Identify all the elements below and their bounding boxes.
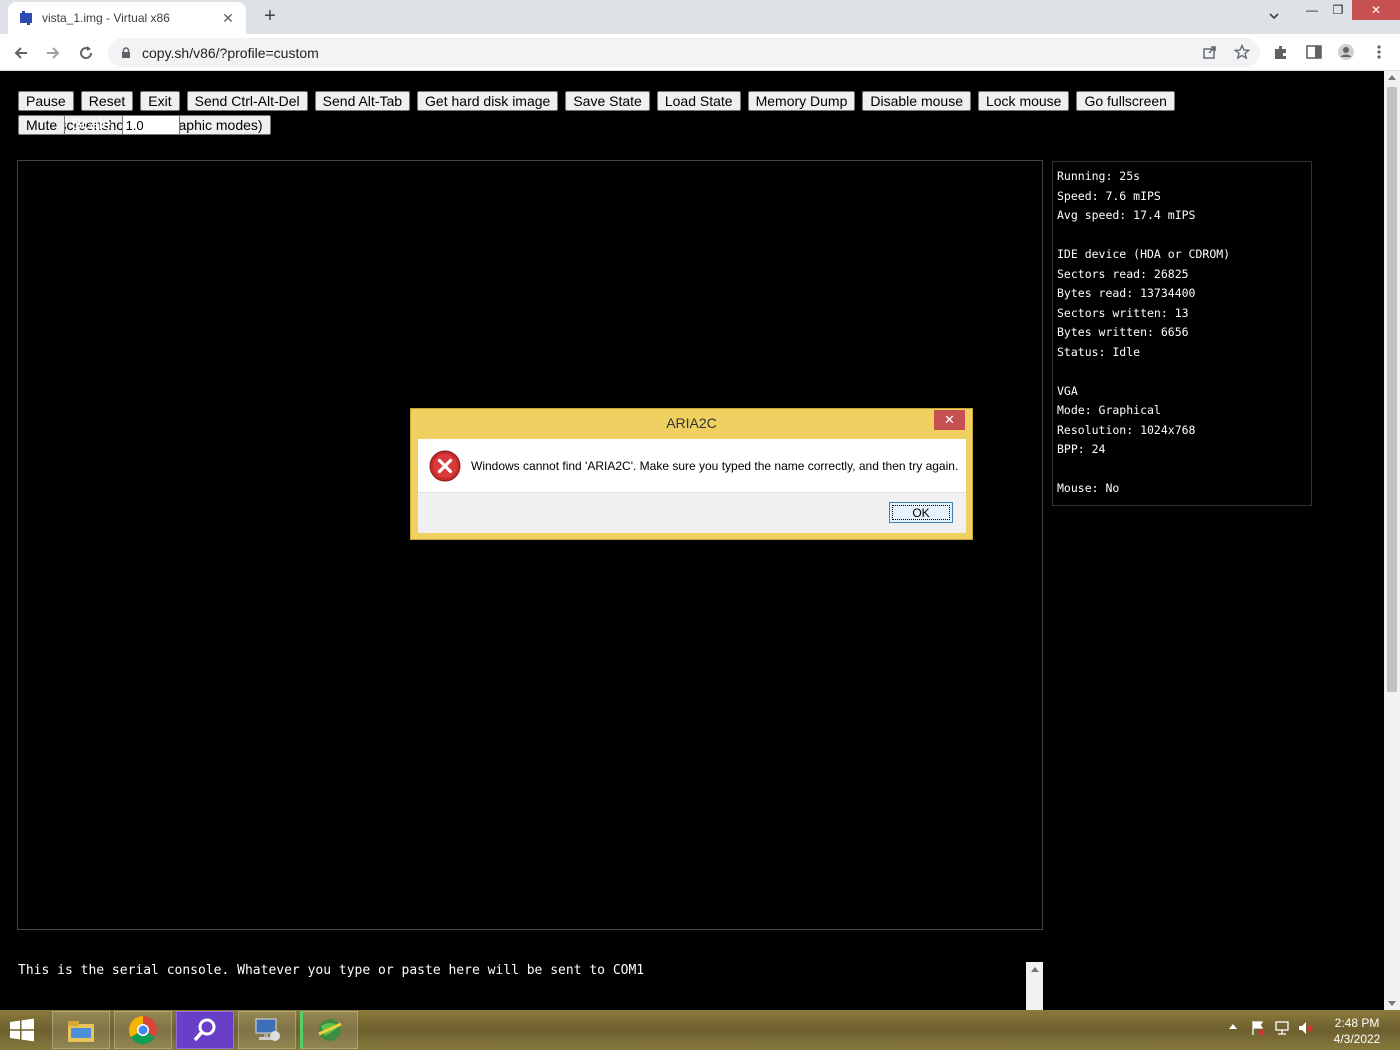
info-line: Mode: Graphical <box>1057 403 1161 417</box>
error-dialog: ARIA2C ✕ Windows cannot find 'ARIA2C'. M… <box>410 408 973 540</box>
show-hidden-icons-icon[interactable] <box>1229 1024 1237 1029</box>
info-panel: Running: 25s Speed: 7.6 mIPS Avg speed: … <box>1052 161 1312 506</box>
mute-button[interactable]: Mute <box>18 115 66 135</box>
info-line: Mouse: No <box>1057 481 1120 495</box>
taskbar-search-app[interactable] <box>176 1011 234 1049</box>
reload-icon[interactable] <box>75 42 97 64</box>
scale-label: Scale: <box>71 116 116 133</box>
forward-icon[interactable] <box>42 42 64 64</box>
browser-toolbar: copy.sh/v86/?profile=custom <box>0 34 1400 71</box>
page-scrollbar[interactable] <box>1384 71 1400 1010</box>
info-line: Running: 25s <box>1057 169 1141 183</box>
tab-search-icon[interactable] <box>1266 8 1282 24</box>
scrollbar-thumb[interactable] <box>1387 87 1397 692</box>
taskbar-file-explorer[interactable] <box>52 1011 110 1049</box>
send-ctrl-alt-del-button[interactable]: Send Ctrl-Alt-Del <box>186 91 308 111</box>
info-line: Bytes written: 6656 <box>1057 325 1189 339</box>
taskbar: 2:48 PM 4/3/2022 <box>0 1010 1400 1050</box>
info-line: Speed: 7.6 mIPS <box>1057 188 1161 203</box>
clock-date: 4/3/2022 <box>1333 1032 1381 1046</box>
info-line: Sectors read: 26825 <box>1057 266 1189 281</box>
taskbar-clock[interactable]: 2:48 PM 4/3/2022 <box>1322 1015 1392 1047</box>
disable-mouse-button[interactable]: Disable mouse <box>862 91 971 111</box>
info-line: IDE device (HDA or CDROM) <box>1057 247 1231 261</box>
scale-row: Mute Scale: <box>18 115 180 135</box>
reset-button[interactable]: Reset <box>80 91 134 111</box>
info-line: Avg speed: 17.4 mIPS <box>1057 208 1196 222</box>
window-close-button[interactable]: ✕ <box>1352 0 1400 20</box>
save-state-button[interactable]: Save State <box>565 91 650 111</box>
go-fullscreen-button[interactable]: Go fullscreen <box>1076 91 1175 111</box>
taskbar-globe-app[interactable] <box>300 1011 358 1049</box>
volume-muted-icon[interactable] <box>1298 1020 1314 1036</box>
lock-icon <box>122 46 130 58</box>
new-tab-icon[interactable]: + <box>260 6 280 26</box>
emulator-controls: Pause Reset Exit Send Ctrl-Alt-Del Send … <box>18 91 1378 135</box>
serial-console-text: This is the serial console. Whatever you… <box>18 963 645 978</box>
taskbar-network-app[interactable] <box>238 1011 296 1049</box>
action-center-flag-icon[interactable] <box>1250 1020 1266 1036</box>
star-icon[interactable] <box>1234 44 1250 60</box>
taskbar-chrome[interactable] <box>114 1011 172 1049</box>
globe-app-icon <box>318 1019 342 1041</box>
info-line: Status: Idle <box>1057 344 1141 359</box>
dialog-message: Windows cannot find 'ARIA2C'. Make sure … <box>471 458 959 473</box>
dialog-close-button[interactable]: ✕ <box>934 410 965 430</box>
info-line: Bytes read: 13734400 <box>1057 286 1196 300</box>
tab-strip: vista_1.img - Virtual x86 ✕ + — ❐ ✕ <box>0 0 1400 34</box>
lock-mouse-button[interactable]: Lock mouse <box>977 91 1070 111</box>
page-content: Pause Reset Exit Send Ctrl-Alt-Del Send … <box>0 71 1384 1010</box>
ok-button[interactable]: OK <box>889 502 953 523</box>
emulator-screen[interactable] <box>17 160 1043 930</box>
dialog-footer: OK <box>418 492 966 533</box>
tab-favicon-icon <box>20 11 32 25</box>
tab-title: vista_1.img - Virtual x86 <box>42 11 170 25</box>
load-state-button[interactable]: Load State <box>656 91 741 111</box>
share-icon[interactable] <box>1202 44 1218 60</box>
info-line: VGA <box>1057 383 1078 398</box>
scroll-up-icon[interactable] <box>1388 75 1396 80</box>
url-text: copy.sh/v86/?profile=custom <box>142 44 319 61</box>
send-alt-tab-button[interactable]: Send Alt-Tab <box>314 91 411 111</box>
tab-close-icon[interactable]: ✕ <box>220 10 236 27</box>
dialog-body: Windows cannot find 'ARIA2C'. Make sure … <box>418 439 966 533</box>
menu-icon[interactable] <box>1370 43 1388 61</box>
windows-start-icon[interactable] <box>8 1018 36 1042</box>
get-hard-disk-image-button[interactable]: Get hard disk image <box>417 91 559 111</box>
network-app-icon <box>255 1018 280 1041</box>
pause-button[interactable]: Pause <box>18 91 74 111</box>
clock-time: 2:48 PM <box>1334 1016 1380 1030</box>
info-line: Resolution: 1024x768 <box>1057 422 1196 437</box>
scale-input[interactable] <box>121 115 180 135</box>
network-tray-icon[interactable] <box>1274 1020 1290 1036</box>
dialog-message-area: Windows cannot find 'ARIA2C'. Make sure … <box>418 439 966 492</box>
extensions-icon[interactable] <box>1272 43 1290 61</box>
profile-icon[interactable] <box>1337 43 1355 61</box>
serial-scrollbar[interactable] <box>1026 962 1043 1010</box>
file-explorer-icon <box>68 1021 94 1042</box>
info-line <box>1057 460 1307 480</box>
address-bar[interactable]: copy.sh/v86/?profile=custom <box>108 38 1260 67</box>
browser-tab[interactable]: vista_1.img - Virtual x86 ✕ <box>8 2 246 34</box>
chrome-icon <box>129 1016 157 1044</box>
scroll-down-icon[interactable] <box>1388 1001 1396 1006</box>
dialog-title: ARIA2C <box>666 415 717 431</box>
side-panel-icon[interactable] <box>1305 43 1323 61</box>
info-line <box>1057 226 1307 246</box>
exit-button[interactable]: Exit <box>140 91 180 111</box>
search-app-icon <box>193 1018 216 1042</box>
serial-console[interactable]: This is the serial console. Whatever you… <box>17 962 1043 1010</box>
memory-dump-button[interactable]: Memory Dump <box>747 91 856 111</box>
info-line: Sectors written: 13 <box>1057 305 1189 320</box>
error-icon <box>429 450 461 481</box>
info-line <box>1057 362 1307 382</box>
back-icon[interactable] <box>10 42 32 64</box>
info-line: BPP: 24 <box>1057 442 1106 456</box>
